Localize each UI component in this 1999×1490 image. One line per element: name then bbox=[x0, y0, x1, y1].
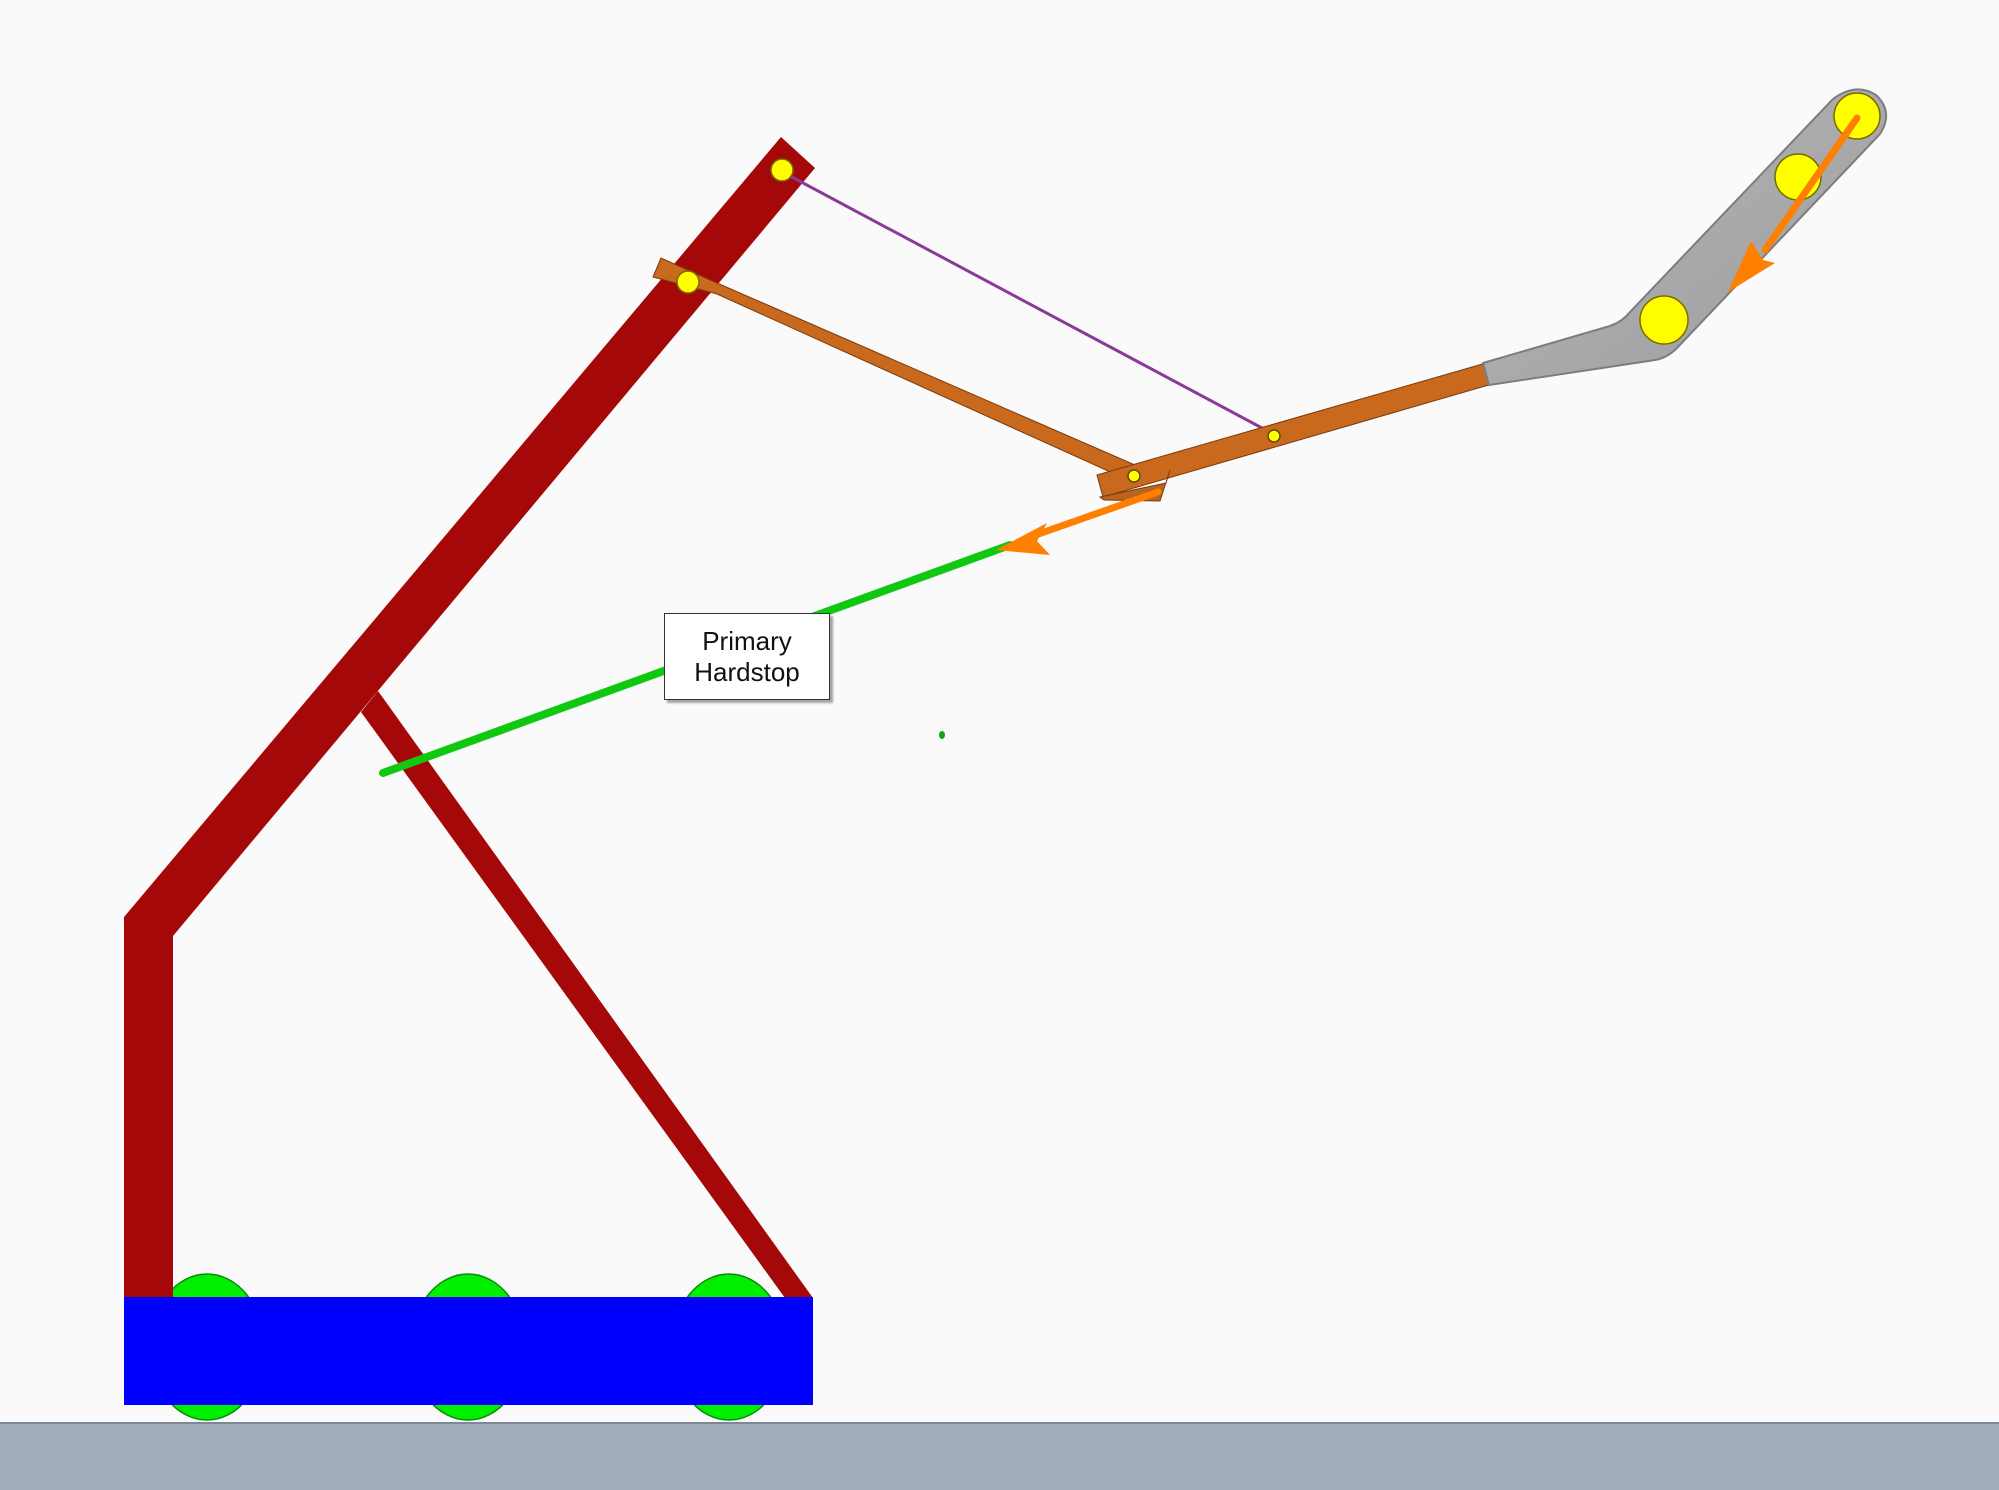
primary-hardstop-label: Primary Hardstop bbox=[664, 613, 830, 700]
tie-line bbox=[789, 174, 1263, 430]
label-line-2: Hardstop bbox=[694, 656, 800, 687]
arm-link bbox=[652, 257, 1136, 481]
force-arrow-arm-head bbox=[996, 523, 1050, 555]
frame-mast bbox=[124, 137, 815, 1300]
pivot-mast-top bbox=[770, 158, 794, 182]
pivot-mast-link bbox=[676, 270, 700, 294]
main-arm bbox=[1096, 362, 1493, 498]
end-plate bbox=[1481, 88, 1887, 387]
pivot-arm-link bbox=[1127, 469, 1141, 483]
floor bbox=[0, 1423, 1999, 1490]
drive-base bbox=[124, 1297, 813, 1405]
force-arrow-arm bbox=[996, 488, 1162, 555]
mechanism-diagram bbox=[0, 88, 1999, 1490]
label-line-1: Primary bbox=[702, 625, 792, 656]
pivot-plate-bottom bbox=[1639, 295, 1689, 345]
frame-brace bbox=[361, 691, 813, 1298]
force-arrow-arm-shaft bbox=[1026, 488, 1162, 541]
pivot-arm-tie bbox=[1267, 429, 1281, 443]
hardstop-speck bbox=[939, 731, 945, 739]
